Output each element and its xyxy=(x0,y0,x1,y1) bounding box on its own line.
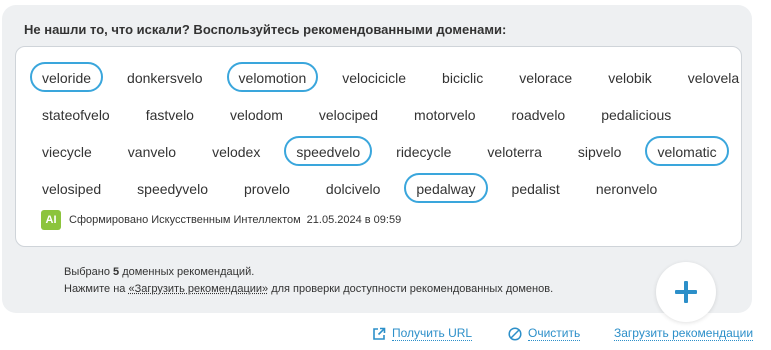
domain-chip[interactable]: pedalicious xyxy=(589,99,683,129)
domain-chip[interactable]: velodom xyxy=(218,99,295,129)
domain-chip[interactable]: vanvelo xyxy=(116,136,188,166)
domain-chip[interactable]: velodex xyxy=(200,136,272,166)
domain-chip[interactable]: velomatic xyxy=(645,136,729,166)
selection-count-line: Выбрано 5 доменных рекомендаций. xyxy=(64,264,553,281)
domain-chip[interactable]: viecycle xyxy=(30,136,104,166)
load-recommendations-inline-link[interactable]: «Загрузить рекомендации» xyxy=(128,283,268,295)
get-url-label: Получить URL xyxy=(392,326,473,341)
external-link-icon xyxy=(373,327,386,340)
add-button[interactable] xyxy=(656,262,716,322)
chips-row-4: velosiped speedyvelo provelo dolcivelo pedal… xyxy=(30,173,681,203)
selection-info: Выбрано 5 доменных рекомендаций. Нажмите… xyxy=(64,264,553,298)
domain-chip[interactable]: speedvelo xyxy=(284,136,373,166)
section-heading: Не нашли то, что искали? Воспользуйтесь … xyxy=(24,22,507,37)
domain-chip[interactable]: velovela xyxy=(676,62,751,92)
ai-badge-icon: AI xyxy=(41,210,61,230)
domain-chip[interactable]: velociped xyxy=(307,99,390,129)
plus-icon xyxy=(675,281,697,303)
domain-chip[interactable]: biciclic xyxy=(430,62,495,92)
domain-chip[interactable]: stateofvelo xyxy=(30,99,122,129)
actions-bar: Получить URL Очистить Загрузить рекоменд… xyxy=(0,326,771,346)
domain-chip[interactable]: veloride xyxy=(30,62,104,92)
domain-chip[interactable]: speedyvelo xyxy=(125,173,220,203)
clear-label: Очистить xyxy=(528,326,581,341)
domain-chip[interactable]: motorvelo xyxy=(402,99,487,129)
domain-chip[interactable]: provelo xyxy=(232,173,302,203)
domain-chip[interactable]: dolcivelo xyxy=(314,173,392,203)
selection-count-suffix: доменных рекомендаций. xyxy=(119,266,255,278)
domain-chip[interactable]: velocicicle xyxy=(330,62,418,92)
domain-suggestions-card: veloride donkersvelo velomotion velocicicle… xyxy=(15,46,742,247)
hint-suffix: для проверки доступности рекомендованных… xyxy=(268,283,554,295)
chips-row-3: viecycle vanvelo velodex speedvelo ridecycle… xyxy=(30,136,741,166)
load-recommendations-label: Загрузить рекомендации xyxy=(614,326,754,341)
clear-icon xyxy=(508,326,522,341)
domain-chip[interactable]: fastvelo xyxy=(134,99,206,129)
domain-chip[interactable]: pedalway xyxy=(404,173,488,203)
domain-chip[interactable]: neronvelo xyxy=(584,173,670,203)
chips-row-1: veloride donkersvelo velomotion velocicicle… xyxy=(30,62,763,92)
domain-chip[interactable]: donkersvelo xyxy=(115,62,215,92)
domain-chip[interactable]: velobik xyxy=(596,62,664,92)
hint-prefix: Нажмите на xyxy=(64,283,129,295)
chips-row-2: stateofvelo fastvelo velodom velociped motor… xyxy=(30,99,695,129)
ai-generated-text: Сформировано Искусственным Интеллектом xyxy=(69,214,301,226)
selection-count-prefix: Выбрано xyxy=(64,266,114,278)
ai-attribution: AI Сформировано Искусственным Интеллекто… xyxy=(41,210,401,230)
load-recommendations-button[interactable]: Загрузить рекомендации xyxy=(614,326,754,341)
selection-hint-line: Нажмите на «Загрузить рекомендации» для … xyxy=(64,281,553,298)
domain-chip[interactable]: pedalist xyxy=(500,173,572,203)
domain-chip[interactable]: velomotion xyxy=(226,62,319,92)
domain-chip[interactable]: sipvelo xyxy=(566,136,634,166)
domain-chip[interactable]: velosiped xyxy=(30,173,113,203)
clear-button[interactable]: Очистить xyxy=(508,326,581,341)
recommendations-panel: Не нашли то, что искали? Воспользуйтесь … xyxy=(2,5,752,322)
ai-generated-date: 21.05.2024 в 09:59 xyxy=(306,214,402,226)
get-url-button[interactable]: Получить URL xyxy=(372,326,473,341)
domain-chip[interactable]: velorace xyxy=(507,62,584,92)
domain-chip[interactable]: roadvelo xyxy=(500,99,578,129)
domain-chip[interactable]: veloterra xyxy=(475,136,553,166)
domain-chip[interactable]: ridecycle xyxy=(384,136,463,166)
